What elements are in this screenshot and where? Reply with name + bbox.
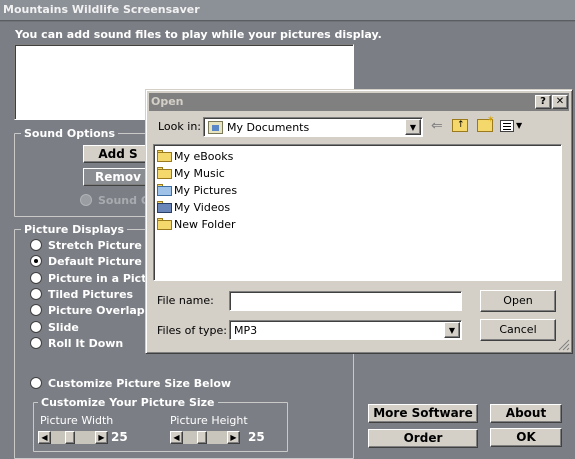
look-in-dropdown[interactable]: My Documents ▼: [203, 117, 423, 137]
sound-options-title: Sound Options: [21, 127, 119, 140]
picture-option-stretch[interactable]: Stretch Picture F: [30, 239, 153, 252]
scroll-left-icon[interactable]: ◀: [170, 430, 183, 444]
more-software-button[interactable]: More Software: [368, 404, 478, 423]
radio-icon: [30, 304, 42, 316]
scroll-right-icon[interactable]: ▶: [227, 430, 240, 444]
picture-width-value: 25: [111, 430, 128, 444]
new-folder-icon[interactable]: ✶: [477, 115, 495, 132]
picture-width-label: Picture Width: [40, 414, 114, 427]
radio-icon: [30, 337, 42, 349]
videos-folder-icon: [157, 200, 172, 213]
look-in-value: My Documents: [227, 120, 310, 134]
back-arrow-icon[interactable]: ⇐: [431, 118, 443, 134]
radio-icon: [30, 288, 42, 300]
file-name-input[interactable]: [229, 291, 462, 311]
open-dialog-titlebar: Open ? ✕: [149, 93, 569, 111]
radio-icon: [30, 272, 42, 284]
music-folder-icon: [157, 166, 172, 179]
files-of-type-dropdown[interactable]: MP3 ▼: [229, 320, 462, 340]
slider-thumb[interactable]: [197, 430, 207, 444]
up-folder-icon[interactable]: ↑: [452, 119, 468, 132]
picture-height-slider[interactable]: ◀ ▶: [170, 430, 240, 444]
documents-folder-icon: [208, 120, 223, 134]
list-item[interactable]: My Videos: [157, 199, 230, 215]
radio-icon: [30, 239, 42, 251]
chevron-down-icon[interactable]: ▼: [405, 119, 421, 135]
picture-option-tiled[interactable]: Tiled Pictures: [30, 288, 133, 301]
folder-icon: [157, 217, 172, 230]
picture-option-default[interactable]: Default Picture S: [30, 255, 154, 268]
slider-track[interactable]: [183, 430, 227, 444]
about-button[interactable]: About: [490, 404, 562, 423]
file-name-label: File name:: [157, 294, 214, 307]
main-window-titlebar: Mountains Wildlife Screensaver: [0, 0, 575, 21]
radio-icon: [30, 321, 42, 333]
slider-thumb[interactable]: [65, 430, 75, 444]
customize-size-group: [33, 402, 288, 452]
intro-text: You can add sound files to play while yo…: [15, 28, 382, 41]
window-title: Mountains Wildlife Screensaver: [3, 3, 200, 16]
scroll-right-icon[interactable]: ▶: [95, 430, 108, 444]
radio-selected-icon: [30, 255, 42, 267]
open-button[interactable]: Open: [480, 290, 556, 312]
picture-option-customize[interactable]: Customize Picture Size Below: [30, 377, 231, 390]
list-item[interactable]: My Music: [157, 165, 225, 181]
pictures-folder-icon: [157, 183, 172, 196]
ok-button[interactable]: OK: [490, 428, 562, 447]
chevron-down-icon[interactable]: ▼: [444, 322, 460, 338]
remove-sound-button[interactable]: Remov: [83, 168, 153, 186]
sound-option-radio[interactable]: Sound O: [80, 194, 150, 207]
customize-size-title: Customize Your Picture Size: [38, 396, 218, 409]
cancel-button[interactable]: Cancel: [480, 319, 556, 341]
radio-icon: [30, 377, 42, 389]
look-in-label: Look in:: [158, 120, 201, 133]
list-item[interactable]: New Folder: [157, 216, 235, 232]
help-button[interactable]: ?: [535, 95, 551, 109]
picture-option-pip[interactable]: Picture in a Pictu: [30, 272, 154, 285]
view-dropdown-arrow-icon[interactable]: ▼: [516, 121, 522, 130]
close-icon[interactable]: ✕: [552, 95, 568, 109]
list-item[interactable]: My Pictures: [157, 182, 237, 198]
order-button[interactable]: Order: [368, 429, 478, 448]
picture-option-overlap[interactable]: Picture Overlapp: [30, 304, 153, 317]
radio-icon: [80, 194, 92, 206]
picture-option-roll[interactable]: Roll It Down: [30, 337, 123, 350]
picture-height-value: 25: [248, 430, 265, 444]
add-sound-button[interactable]: Add S: [83, 145, 153, 163]
picture-displays-title: Picture Displays: [21, 223, 128, 236]
resize-grip-icon[interactable]: [557, 338, 570, 351]
picture-option-slide[interactable]: Slide: [30, 321, 79, 334]
view-menu-icon[interactable]: [500, 120, 514, 132]
picture-height-label: Picture Height: [170, 414, 248, 427]
open-dialog-title: Open: [151, 95, 184, 108]
file-list[interactable]: My eBooks My Music My Pictures My Videos…: [153, 144, 562, 281]
files-of-type-label: Files of type:: [157, 324, 228, 337]
files-of-type-value: MP3: [234, 323, 258, 337]
scroll-left-icon[interactable]: ◀: [38, 430, 51, 444]
picture-width-slider[interactable]: ◀ ▶: [38, 430, 108, 444]
folder-icon: [157, 149, 172, 162]
list-item[interactable]: My eBooks: [157, 148, 233, 164]
slider-track[interactable]: [51, 430, 95, 444]
